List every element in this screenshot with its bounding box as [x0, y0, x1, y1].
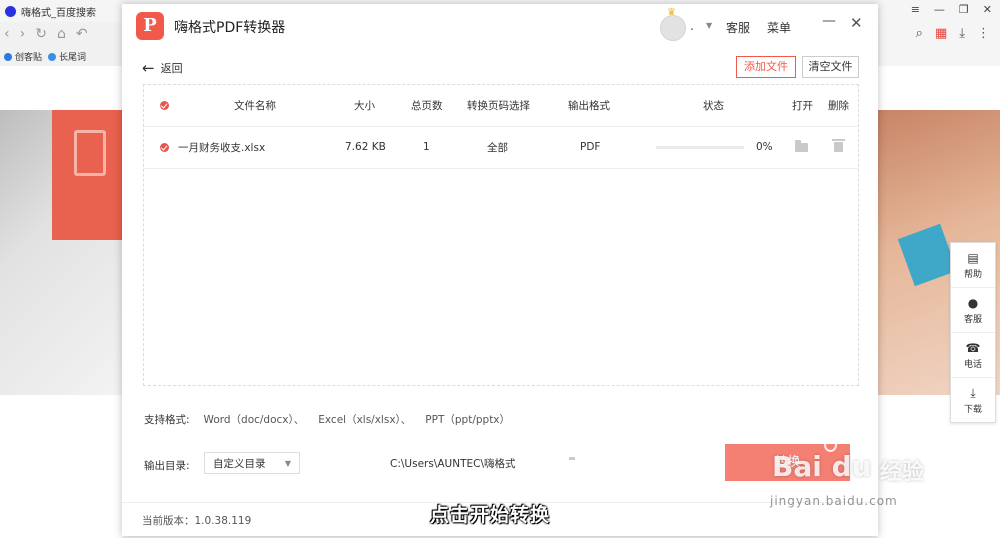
undo-icon[interactable]: ↶ — [76, 26, 88, 42]
download-icon: ⤓ — [970, 385, 976, 400]
minimize-button[interactable]: — — [822, 13, 836, 29]
side-download-button[interactable]: ⤓ 下载 — [951, 378, 995, 422]
video-subtitle: 点击开始转换 — [430, 504, 551, 526]
select-all-checkbox[interactable] — [160, 85, 169, 126]
book-icon: ▤ — [967, 250, 979, 265]
format-excel: Excel（xls/xlsx）、 — [318, 414, 412, 426]
reload-icon[interactable]: ↻ — [35, 26, 47, 42]
user-name[interactable]: . — [690, 19, 694, 33]
file-table: 文件名称 大小 总页数 转换页码选择 输出格式 状态 打开 删除 一月财务收支.… — [143, 84, 859, 386]
background-white-left — [0, 395, 122, 538]
menu-button[interactable]: 菜单 — [767, 19, 791, 36]
header-page-range: 转换页码选择 — [467, 100, 530, 112]
row-page-range[interactable]: 全部 — [487, 126, 508, 168]
side-toolbar: ▤ 帮助 ● 客服 ☎ 电话 ⤓ 下载 — [950, 242, 996, 423]
table-row[interactable]: 一月财务收支.xlsx 7.62 KB 1 全部 PDF 0% — [144, 126, 858, 169]
header-open: 打开 — [792, 100, 813, 112]
forward-nav-icon[interactable]: › — [20, 26, 26, 42]
header-filename: 文件名称 — [234, 100, 276, 112]
check-icon — [160, 142, 169, 152]
browser-window-controls: ≡ — ❐ ✕ — [911, 3, 992, 16]
browser-menu-icon[interactable]: ≡ — [911, 3, 920, 16]
row-filename: 一月财务收支.xlsx — [178, 141, 266, 154]
browser-minimize-icon[interactable]: — — [934, 3, 945, 16]
bookmark-icon — [48, 53, 57, 61]
bookmark-item[interactable]: 创客贴 — [4, 50, 42, 63]
background-pdf-card — [52, 110, 122, 240]
header-size: 大小 — [354, 100, 375, 112]
progress-bar — [656, 145, 744, 149]
row-pages: 1 — [423, 141, 430, 153]
back-label: 返回 — [160, 62, 183, 75]
chevron-down-icon: ▼ — [284, 459, 291, 468]
formats-label: 支持格式: — [144, 414, 190, 426]
app-logo-icon: P — [136, 12, 164, 40]
table-header: 文件名称 大小 总页数 转换页码选择 输出格式 状态 打开 删除 — [144, 85, 858, 127]
browser-nav: ‹ › ↻ ⌂ ↶ — [0, 22, 126, 46]
close-button[interactable]: ✕ — [850, 14, 863, 32]
home-icon[interactable]: ⌂ — [57, 26, 66, 42]
format-word: Word（doc/docx）、 — [203, 414, 305, 426]
output-dir-label: 输出目录: — [144, 460, 190, 472]
trash-icon — [832, 139, 845, 152]
service-button[interactable]: 客服 — [726, 19, 750, 36]
browser-tab[interactable]: 嗨格式_百度搜索 — [0, 0, 122, 22]
row-delete-button[interactable] — [832, 126, 845, 168]
row-size: 7.62 KB — [345, 141, 386, 153]
header-delete: 删除 — [828, 100, 849, 112]
browser-restore-icon[interactable]: ❐ — [959, 3, 969, 16]
row-format[interactable]: PDF — [580, 126, 600, 168]
apps-icon[interactable]: ▦ — [935, 26, 947, 41]
format-ppt: PPT（ppt/pptx） — [425, 414, 511, 426]
side-help-button[interactable]: ▤ 帮助 — [951, 243, 995, 288]
header-format: 输出格式 — [568, 100, 610, 112]
bookmark-icon — [4, 53, 12, 61]
browser-right-chrome: ≡ — ❐ ✕ ⌕ ▦ ⤓ ⋮ — [880, 0, 1000, 66]
baidu-jingyan-watermark: Bai du 经验 jingyan.baidu.com — [762, 430, 962, 520]
side-service-button[interactable]: ● 客服 — [951, 288, 995, 333]
chat-icon: ● — [967, 295, 979, 310]
phone-icon: ☎ — [965, 340, 981, 355]
download-icon[interactable]: ⤓ — [959, 26, 965, 41]
version-label: 当前版本：1.0.38.119 — [142, 515, 252, 527]
row-progress-text: 0% — [756, 141, 773, 153]
browser-tools: ⌕ ▦ ⤓ ⋮ — [916, 26, 990, 41]
output-dir-select[interactable]: 自定义目录 ▼ — [204, 452, 300, 474]
back-button[interactable]: ← 返回 — [142, 59, 183, 77]
bookmark-bar: 创客贴 长尾词 — [0, 46, 126, 66]
clear-files-button[interactable]: 清空文件 — [802, 56, 859, 78]
add-file-button[interactable]: 添加文件 — [736, 56, 796, 78]
watermark-brand: Bai du — [772, 450, 872, 483]
arrow-left-icon: ← — [142, 59, 155, 77]
app-title: 嗨格式PDF转换器 — [174, 20, 286, 36]
row-checkbox[interactable] — [160, 126, 169, 168]
header-pages: 总页数 — [411, 100, 443, 112]
output-dir-selected: 自定义目录 — [213, 458, 266, 470]
baidu-paw-icon — [5, 5, 16, 17]
avatar[interactable] — [660, 15, 686, 41]
folder-icon — [795, 139, 808, 152]
back-nav-icon[interactable]: ‹ — [4, 26, 10, 42]
bookmark-item[interactable]: 长尾词 — [48, 50, 86, 63]
browser-tab-title: 嗨格式_百度搜索 — [21, 7, 96, 19]
watermark-url: jingyan.baidu.com — [770, 494, 898, 508]
row-open-button[interactable] — [795, 126, 808, 168]
supported-formats: 支持格式: Word（doc/docx）、 Excel（xls/xlsx）、 P… — [144, 412, 510, 427]
chevron-down-icon[interactable]: ▼ — [706, 21, 712, 30]
more-icon[interactable]: ⋮ — [977, 26, 990, 41]
check-icon — [160, 101, 169, 110]
search-icon[interactable]: ⌕ — [916, 26, 923, 41]
watermark-product: 经验 — [880, 460, 925, 485]
side-phone-button[interactable]: ☎ 电话 — [951, 333, 995, 378]
header-status: 状态 — [703, 100, 724, 112]
title-bar: P 嗨格式PDF转换器 ♛ . ▼ 客服 菜单 — ✕ — [122, 4, 878, 50]
browser-close-icon[interactable]: ✕ — [983, 3, 992, 16]
row-progress — [656, 126, 744, 168]
output-dir-path: C:\Users\AUNTEC\嗨格式 — [390, 458, 516, 470]
